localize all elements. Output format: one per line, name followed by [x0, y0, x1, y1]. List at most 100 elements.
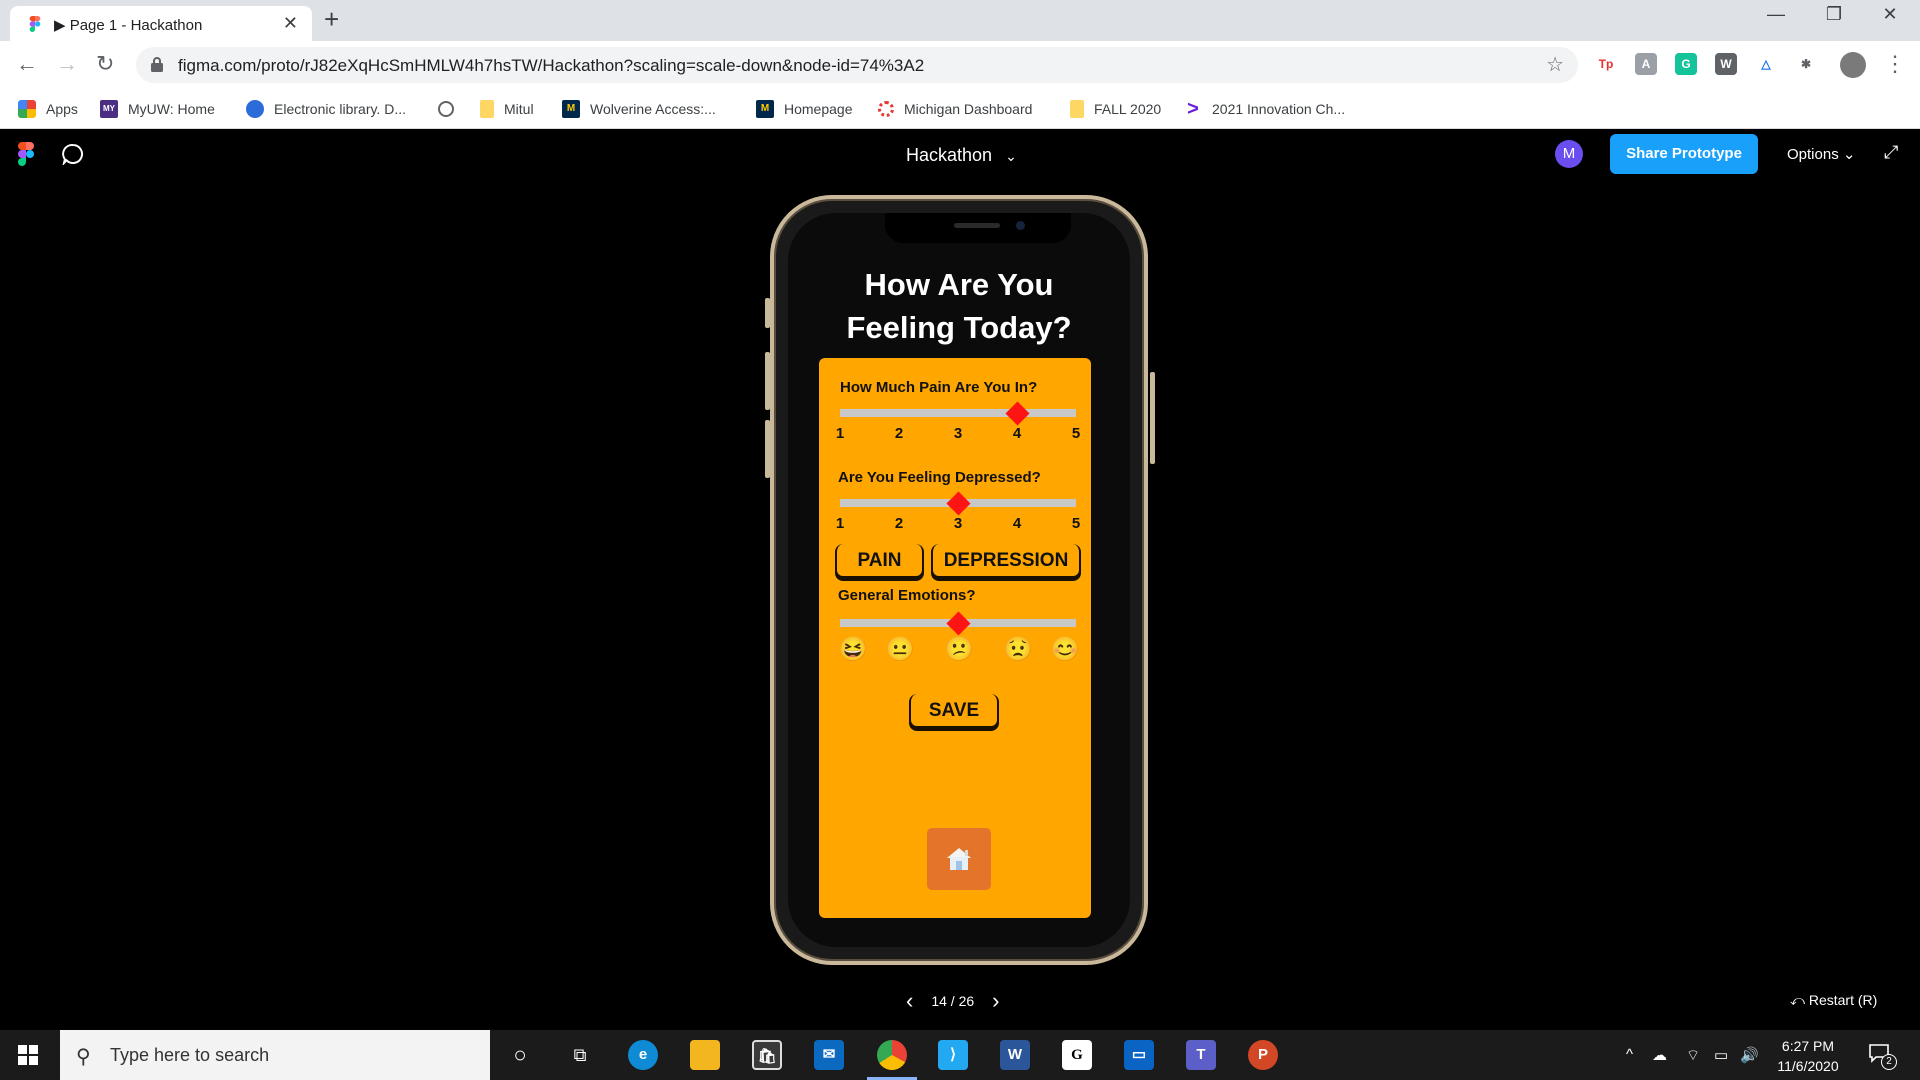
depression-slider-thumb[interactable]: [945, 490, 971, 516]
edge-icon[interactable]: e: [628, 1040, 658, 1070]
scale-label: 1: [835, 515, 845, 532]
next-frame-icon[interactable]: ›: [992, 988, 999, 1014]
bookmark-folder-mitul[interactable]: Mitul: [480, 99, 534, 119]
depression-slider[interactable]: [840, 490, 1076, 516]
search-placeholder: Type here to search: [110, 1045, 270, 1065]
scale-label: 1: [835, 425, 845, 442]
extension-icon[interactable]: ✱: [1795, 53, 1817, 75]
emotions-slider-thumb[interactable]: [945, 610, 971, 636]
reload-icon[interactable]: ↻: [96, 51, 114, 77]
window-close-icon[interactable]: ✕: [1870, 4, 1910, 25]
bookmark-label: FALL 2020: [1094, 101, 1162, 117]
scale-label: 3: [953, 515, 963, 532]
word-icon[interactable]: W: [1000, 1040, 1030, 1070]
profile-avatar-icon[interactable]: [1840, 52, 1866, 78]
depression-button[interactable]: DEPRESSION: [931, 544, 1081, 578]
bookmark-electronic-library[interactable]: Electronic library. D...: [246, 99, 406, 119]
speaker-grille: [954, 223, 1000, 228]
page-title: How Are You Feeling Today?: [788, 263, 1130, 349]
chrome-menu-icon[interactable]: ⋮: [1884, 51, 1906, 77]
browser-tab-hackathon[interactable]: ▶ Page 1 - Hackathon ✕: [10, 6, 312, 41]
avatar[interactable]: M: [1555, 140, 1583, 168]
taskbar-clock[interactable]: 6:27 PM 11/6/2020: [1760, 1036, 1856, 1076]
chevron-purple-icon: >: [1187, 98, 1199, 120]
taskbar-search-box[interactable]: ⚲ Type here to search: [60, 1030, 490, 1080]
extension-icon[interactable]: G: [1675, 53, 1697, 75]
emotions-slider[interactable]: [840, 610, 1076, 636]
options-menu-button[interactable]: Options ⌄: [1787, 145, 1855, 163]
emotion-face-icon[interactable]: 😟: [1003, 636, 1033, 664]
restore-icon[interactable]: ❐: [1814, 4, 1854, 25]
new-tab-button[interactable]: +: [324, 4, 339, 35]
fullscreen-icon[interactable]: ⤢: [1884, 142, 1898, 163]
bookmark-michigan-dashboard[interactable]: Michigan Dashboard: [878, 99, 1032, 119]
battery-icon[interactable]: ▭: [1714, 1046, 1728, 1064]
comment-icon[interactable]: [62, 143, 84, 165]
emotion-face-icon[interactable]: 😐: [885, 636, 915, 664]
windows-start-icon[interactable]: [18, 1045, 38, 1065]
block-m-icon: M: [756, 100, 774, 118]
mail-icon[interactable]: ✉: [814, 1040, 844, 1070]
notification-count-badge: 2: [1881, 1054, 1897, 1070]
pain-button[interactable]: PAIN: [835, 544, 924, 578]
page-title-line1: How Are You: [864, 267, 1054, 302]
wifi-icon[interactable]: ⌔: [1686, 1046, 1700, 1065]
volume-icon[interactable]: 🔊: [1740, 1046, 1759, 1064]
restart-button[interactable]: ⤺ Restart (R): [1790, 992, 1877, 1009]
scale-label: 2: [894, 425, 904, 442]
back-icon[interactable]: ←: [16, 51, 38, 77]
store-icon[interactable]: 🛍: [752, 1040, 782, 1070]
file-title-dropdown[interactable]: Hackathon ⌄: [906, 145, 1017, 166]
bookmark-label: Mitul: [504, 101, 534, 117]
figma-logo-icon[interactable]: [18, 142, 34, 166]
bookmark-star-icon[interactable]: ☆: [1546, 52, 1564, 77]
home-button[interactable]: [927, 828, 991, 890]
phone-notch: [885, 213, 1071, 243]
task-view-icon[interactable]: ⧉: [565, 1040, 595, 1070]
previous-frame-icon[interactable]: ‹: [906, 988, 913, 1014]
bookmark-label: Homepage: [784, 101, 853, 117]
vscode-icon[interactable]: ⟩: [938, 1040, 968, 1070]
pain-slider[interactable]: [840, 400, 1076, 426]
emotion-face-icon[interactable]: 😕: [944, 636, 974, 664]
emotion-face-icon[interactable]: 😊: [1050, 636, 1080, 664]
pain-slider-thumb[interactable]: [1004, 400, 1030, 426]
frame-counter: 14 / 26: [931, 993, 975, 1009]
onedrive-cloud-icon[interactable]: ☁: [1652, 1046, 1667, 1064]
extension-icon[interactable]: Tp: [1595, 53, 1617, 75]
cortana-icon[interactable]: ○: [505, 1040, 535, 1070]
bookmark-apps[interactable]: Apps: [18, 99, 78, 119]
emotion-face-icon[interactable]: 😆: [838, 636, 868, 664]
teams-icon[interactable]: T: [1186, 1040, 1216, 1070]
bookmark-myuw[interactable]: MY MyUW: Home: [100, 99, 215, 119]
minimize-icon[interactable]: —: [1756, 4, 1796, 25]
powerpoint-icon[interactable]: P: [1248, 1040, 1278, 1070]
chevron-down-icon: ⌄: [1005, 148, 1017, 164]
file-explorer-icon[interactable]: [690, 1040, 720, 1070]
prototype-pager: ‹ 14 / 26 ›: [906, 988, 999, 1014]
address-bar[interactable]: figma.com/proto/rJ82eXqHcSmHMLW4h7hsTW/H…: [136, 47, 1578, 83]
apps-grid-icon: [18, 100, 36, 118]
share-prototype-button[interactable]: Share Prototype: [1610, 134, 1758, 174]
grammarly-g-icon[interactable]: G: [1062, 1040, 1092, 1070]
globe-icon: [438, 101, 454, 117]
chrome-icon[interactable]: [877, 1040, 907, 1070]
tab-close-icon[interactable]: ✕: [283, 13, 298, 34]
bookmark-globe[interactable]: [438, 99, 464, 119]
extension-icon[interactable]: △: [1755, 53, 1777, 75]
bookmark-label: Apps: [46, 101, 78, 117]
extension-icon[interactable]: A: [1635, 53, 1657, 75]
extension-icon[interactable]: W: [1715, 53, 1737, 75]
bookmark-wolverine-access[interactable]: M Wolverine Access:...: [562, 99, 716, 119]
bookmark-homepage[interactable]: M Homepage: [756, 99, 853, 119]
whiteboard-icon[interactable]: ▭: [1124, 1040, 1154, 1070]
forward-icon[interactable]: →: [56, 51, 78, 77]
bookmark-folder-fall-2020[interactable]: FALL 2020: [1070, 99, 1161, 119]
camera-icon: [1016, 221, 1025, 230]
scale-label: 4: [1012, 425, 1022, 442]
show-hidden-icons-chevron-icon[interactable]: ^: [1626, 1046, 1633, 1063]
notification-center-icon[interactable]: 2: [1868, 1042, 1897, 1070]
bookmark-innovation-challenge[interactable]: > 2021 Innovation Ch...: [1184, 99, 1345, 119]
save-button[interactable]: SAVE: [909, 694, 999, 728]
depression-scale-labels: 1 2 3 4 5: [831, 515, 1081, 533]
